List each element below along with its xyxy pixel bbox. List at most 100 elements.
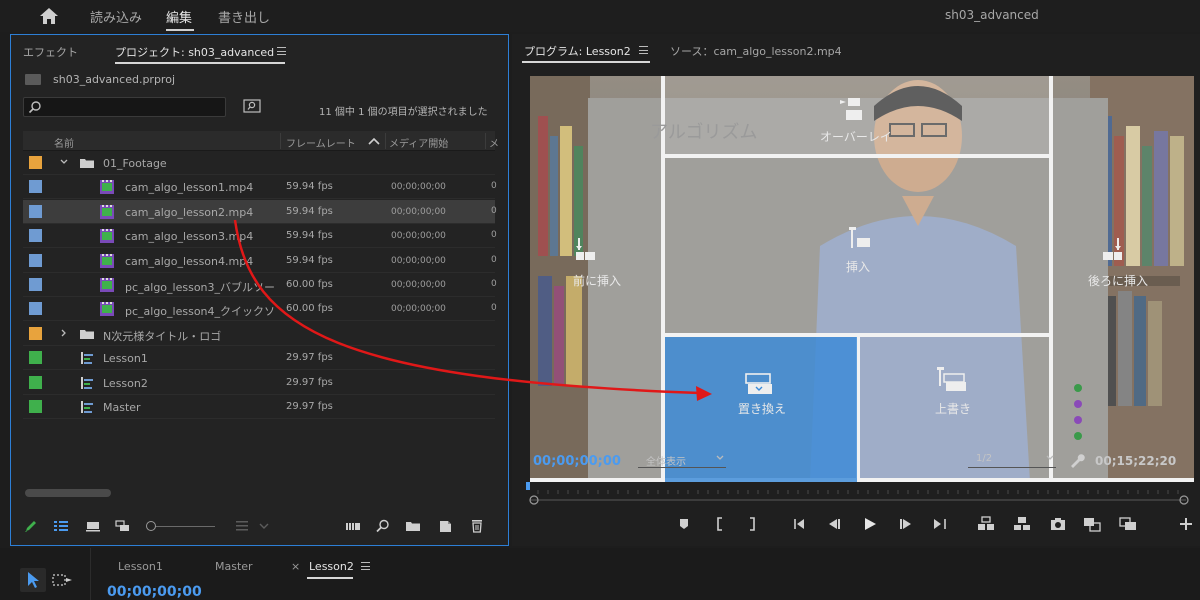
selection-tool[interactable] bbox=[20, 568, 46, 592]
program-video-frame[interactable]: アルゴリズム オーバーレイ 前に挿入 挿入 後ろに挿入 置き換え 上書き bbox=[530, 76, 1194, 482]
table-row[interactable]: cam_algo_lesson3.mp4 59.94 fps 00;00;00;00… bbox=[23, 224, 497, 249]
automate-to-sequence-icon[interactable] bbox=[345, 519, 361, 533]
table-row[interactable]: pc_algo_lesson3_バブルソー 60.00 fps 00;00;00;0… bbox=[23, 273, 497, 297]
replace-label[interactable]: 置き換え bbox=[738, 400, 786, 417]
chevron-down-icon bbox=[716, 455, 724, 460]
pencil-icon[interactable] bbox=[23, 519, 39, 533]
sort-ascending-icon[interactable] bbox=[368, 136, 380, 146]
search-input[interactable] bbox=[23, 97, 226, 117]
close-icon[interactable]: × bbox=[291, 560, 300, 573]
table-row[interactable]: pc_algo_lesson4_クイックソ 60.00 fps 00;00;00;0… bbox=[23, 297, 497, 322]
label-color-swatch[interactable] bbox=[29, 180, 42, 194]
table-row[interactable]: N次元様タイトル・ロゴ bbox=[23, 322, 495, 346]
find-button-icon[interactable] bbox=[243, 99, 261, 114]
table-row[interactable]: Lesson2 29.97 fps bbox=[23, 371, 495, 395]
selection-arrow-icon bbox=[28, 572, 39, 588]
insert-after-icon bbox=[1103, 238, 1122, 260]
item-name: pc_algo_lesson3_バブルソー bbox=[125, 281, 276, 294]
table-row[interactable]: cam_algo_lesson1.mp4 59.94 fps 00;00;00;00… bbox=[23, 175, 497, 200]
panel-menu-icon[interactable] bbox=[361, 562, 370, 570]
table-row[interactable]: cam_algo_lesson4.mp4 59.94 fps 00;00;00;00… bbox=[23, 249, 497, 273]
freeform-view-icon[interactable] bbox=[115, 519, 131, 533]
overwrite-button-icon[interactable] bbox=[1118, 516, 1138, 532]
overlay-label[interactable]: オーバーレイ bbox=[820, 128, 892, 145]
label-color-swatch[interactable] bbox=[29, 156, 42, 169]
mark-out-icon[interactable] bbox=[744, 516, 760, 532]
zoom-slider-handle[interactable] bbox=[146, 521, 156, 531]
chevron-down-icon[interactable] bbox=[259, 519, 269, 533]
play-icon[interactable] bbox=[862, 516, 878, 532]
horizontal-scrollbar-thumb[interactable] bbox=[25, 489, 111, 497]
item-name: cam_algo_lesson2.mp4 bbox=[125, 205, 254, 219]
menu-import[interactable]: 読み込み bbox=[90, 7, 142, 26]
label-color-swatch[interactable] bbox=[29, 278, 42, 291]
new-item-icon[interactable] bbox=[437, 519, 453, 533]
timeline-timecode[interactable]: 00;00;00;00 bbox=[107, 584, 202, 600]
insert-before-label[interactable]: 前に挿入 bbox=[573, 272, 621, 289]
column-framerate[interactable]: フレームレート bbox=[286, 135, 356, 150]
item-framerate: 29.97 fps bbox=[286, 352, 333, 364]
item-name: pc_algo_lesson4_クイックソ bbox=[125, 305, 276, 319]
table-row[interactable]: 01_Footage bbox=[23, 151, 495, 175]
insert-label[interactable]: 挿入 bbox=[846, 258, 870, 275]
step-back-icon[interactable] bbox=[826, 516, 842, 532]
fit-dropdown[interactable]: 全体表示 bbox=[638, 452, 726, 468]
wrench-icon[interactable] bbox=[1069, 452, 1085, 468]
column-separator[interactable] bbox=[385, 133, 386, 149]
go-to-out-icon[interactable] bbox=[932, 516, 948, 532]
label-color-swatch[interactable] bbox=[29, 400, 42, 413]
mark-in-icon[interactable] bbox=[712, 516, 728, 532]
insert-after-label[interactable]: 後ろに挿入 bbox=[1088, 272, 1148, 289]
label-color-swatch[interactable] bbox=[29, 229, 42, 243]
tab-program[interactable]: プログラム: Lesson2 bbox=[524, 43, 631, 59]
label-color-swatch[interactable] bbox=[29, 302, 42, 316]
tab-lesson1[interactable]: Lesson1 bbox=[118, 560, 163, 573]
trash-icon[interactable] bbox=[469, 519, 485, 533]
list-view-icon[interactable] bbox=[53, 519, 69, 533]
add-marker-icon[interactable] bbox=[676, 516, 692, 532]
tab-project[interactable]: プロジェクト: sh03_advanced bbox=[115, 44, 274, 60]
column-media-start[interactable]: メディア開始 bbox=[389, 135, 448, 150]
panel-menu-icon[interactable] bbox=[277, 47, 286, 55]
label-color-swatch[interactable] bbox=[29, 351, 42, 365]
home-icon[interactable] bbox=[38, 6, 60, 26]
column-separator[interactable] bbox=[485, 133, 486, 149]
icon-view-icon[interactable] bbox=[85, 519, 101, 533]
find-icon[interactable] bbox=[375, 519, 391, 533]
sort-icon[interactable] bbox=[235, 519, 251, 533]
tab-source[interactable]: ソース：cam_algo_lesson2.mp4 bbox=[670, 43, 842, 59]
overwrite-label[interactable]: 上書き bbox=[935, 400, 971, 417]
label-color-swatch[interactable] bbox=[29, 253, 42, 267]
table-row[interactable]: Master 29.97 fps bbox=[23, 395, 495, 419]
column-name[interactable]: 名前 bbox=[54, 135, 74, 150]
menu-edit[interactable]: 編集 bbox=[166, 7, 192, 26]
label-color-swatch[interactable] bbox=[29, 375, 42, 389]
track-select-tool-icon[interactable] bbox=[52, 572, 74, 588]
insert-button-icon[interactable] bbox=[1082, 516, 1102, 532]
step-forward-icon[interactable] bbox=[898, 516, 914, 532]
current-timecode[interactable]: 00;00;00;00 bbox=[533, 454, 621, 469]
label-color-swatch[interactable] bbox=[29, 326, 42, 340]
resolution-dropdown[interactable]: 1/2 bbox=[968, 452, 1056, 468]
camera-icon[interactable] bbox=[1050, 516, 1066, 532]
column-media-end[interactable]: メ bbox=[489, 135, 499, 150]
menu-export[interactable]: 書き出し bbox=[218, 7, 270, 26]
tab-lesson2[interactable]: Lesson2 bbox=[309, 560, 354, 573]
extract-icon[interactable] bbox=[1012, 516, 1032, 532]
panel-menu-icon[interactable] bbox=[639, 46, 648, 54]
chevron-right-icon[interactable] bbox=[59, 328, 69, 338]
table-row[interactable]: cam_algo_lesson2.mp4 59.94 fps 00;00;00;00… bbox=[23, 199, 497, 224]
tab-master[interactable]: Master bbox=[215, 560, 253, 573]
zoom-slider[interactable] bbox=[151, 526, 215, 527]
label-color-swatch[interactable] bbox=[29, 204, 42, 218]
column-separator[interactable] bbox=[280, 133, 281, 149]
go-to-in-icon[interactable] bbox=[792, 516, 808, 532]
add-button-icon[interactable] bbox=[1178, 516, 1194, 532]
tab-effects[interactable]: エフェクト bbox=[23, 44, 78, 60]
item-framerate: 60.00 fps bbox=[286, 303, 333, 315]
new-bin-icon[interactable] bbox=[405, 519, 421, 533]
program-time-ruler[interactable] bbox=[526, 480, 1190, 506]
table-row[interactable]: Lesson1 29.97 fps bbox=[23, 346, 495, 371]
chevron-down-icon[interactable] bbox=[59, 157, 69, 167]
lift-icon[interactable] bbox=[976, 516, 996, 532]
